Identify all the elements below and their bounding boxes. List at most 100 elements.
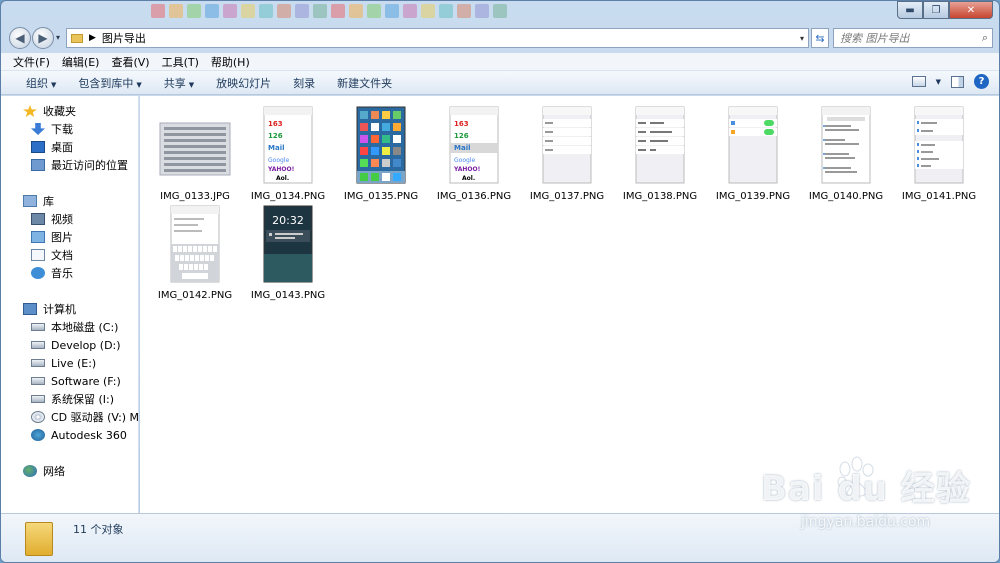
nav-drive-c[interactable]: 本地磁盘 (C:) bbox=[31, 318, 118, 336]
nav-label: 文档 bbox=[51, 249, 73, 262]
star-icon bbox=[23, 105, 37, 117]
chevron-down-icon: ▼ bbox=[136, 80, 142, 89]
file-name: IMG_0140.PNG bbox=[808, 191, 884, 202]
file-item[interactable]: IMG_0138.PNG bbox=[614, 105, 706, 202]
maximize-button[interactable]: ❐ bbox=[923, 1, 949, 19]
nav-label: Live (E:) bbox=[51, 356, 97, 370]
search-input[interactable]: 搜索 图片导出 ⌕ bbox=[833, 28, 993, 48]
burn-button[interactable]: 刻录 bbox=[282, 75, 326, 91]
nav-videos[interactable]: 视频 bbox=[31, 210, 73, 228]
svg-text:Google: Google bbox=[454, 157, 475, 164]
download-icon bbox=[31, 123, 45, 135]
nav-drive-d[interactable]: Develop (D:) bbox=[31, 336, 121, 354]
file-item[interactable]: IMG_0133.JPG bbox=[149, 105, 241, 202]
cloud-icon bbox=[31, 429, 45, 441]
nav-network[interactable]: 网络 bbox=[23, 462, 65, 480]
nav-computer[interactable]: 计算机 bbox=[23, 300, 76, 318]
file-item[interactable]: IMG_0142.PNG bbox=[149, 204, 241, 301]
recent-pages-dropdown[interactable]: ▾ bbox=[56, 33, 60, 42]
file-item[interactable]: IMG_0139.PNG bbox=[707, 105, 799, 202]
file-thumbnail bbox=[914, 106, 964, 184]
library-icon bbox=[23, 195, 37, 207]
new-folder-button[interactable]: 新建文件夹 bbox=[326, 75, 403, 91]
nav-label: 网络 bbox=[43, 465, 65, 478]
nav-label: 系统保留 (I:) bbox=[51, 393, 115, 406]
breadcrumb-current[interactable]: 图片导出 bbox=[102, 30, 146, 46]
slideshow-button[interactable]: 放映幻灯片 bbox=[205, 75, 282, 91]
organize-button[interactable]: 组织 ▼ bbox=[15, 75, 67, 91]
details-pane: 11 个对象 bbox=[1, 513, 999, 562]
nav-label: 图片 bbox=[51, 231, 73, 244]
menu-help[interactable]: 帮助(H) bbox=[205, 54, 256, 70]
pictures-icon bbox=[31, 231, 45, 243]
svg-text:Google: Google bbox=[268, 157, 289, 164]
svg-text:163: 163 bbox=[454, 120, 469, 128]
address-bar[interactable]: ▶ 图片导出 ▾ bbox=[66, 28, 809, 48]
forward-arrow-icon: ▶ bbox=[38, 31, 48, 45]
change-view-icon[interactable] bbox=[911, 76, 926, 87]
file-item[interactable]: IMG_0135.PNG bbox=[335, 105, 427, 202]
file-thumbnail bbox=[159, 122, 231, 176]
nav-label: Autodesk 360 bbox=[51, 428, 127, 442]
menu-bar: 文件(F) 编辑(E) 查看(V) 工具(T) 帮助(H) bbox=[1, 53, 999, 71]
title-bar: ▬ ❐ ✕ bbox=[1, 1, 999, 23]
menu-edit[interactable]: 编辑(E) bbox=[56, 54, 106, 70]
file-item[interactable]: 163 126 Mail Google YAHOO! Aol. IMG_0134… bbox=[242, 105, 334, 202]
nav-documents[interactable]: 文档 bbox=[31, 246, 73, 264]
nav-label: 本地磁盘 (C:) bbox=[51, 321, 119, 334]
item-count: 11 个对象 bbox=[73, 523, 124, 536]
file-name: IMG_0142.PNG bbox=[157, 290, 233, 301]
file-item[interactable]: IMG_0141.PNG bbox=[893, 105, 985, 202]
nav-music[interactable]: 音乐 bbox=[31, 264, 73, 282]
nav-drive-i[interactable]: 系统保留 (I:) bbox=[31, 390, 114, 408]
nav-drive-f[interactable]: Software (F:) bbox=[31, 372, 121, 390]
file-list: IMG_0133.JPG 163 126 Mail Google YAHOO! … bbox=[140, 96, 999, 513]
file-item[interactable]: 20:32 IMG_0143.PNG bbox=[242, 204, 334, 301]
menu-view[interactable]: 查看(V) bbox=[105, 54, 155, 70]
nav-libraries[interactable]: 库 bbox=[23, 192, 54, 210]
share-button[interactable]: 共享 ▼ bbox=[153, 75, 205, 91]
nav-desktop[interactable]: 桌面 bbox=[31, 138, 73, 156]
svg-text:Mail: Mail bbox=[268, 144, 285, 152]
preview-pane-icon[interactable] bbox=[951, 75, 964, 88]
address-dropdown-icon[interactable]: ▾ bbox=[800, 34, 804, 43]
chevron-down-icon: ▼ bbox=[51, 80, 57, 89]
menu-tools[interactable]: 工具(T) bbox=[156, 54, 205, 70]
file-thumbnail bbox=[635, 106, 685, 184]
help-icon[interactable]: ? bbox=[974, 74, 989, 89]
music-icon bbox=[31, 267, 45, 279]
nav-label: 库 bbox=[43, 195, 54, 208]
folder-icon bbox=[25, 522, 53, 556]
forward-button[interactable]: ▶ bbox=[32, 27, 54, 49]
close-button[interactable]: ✕ bbox=[949, 1, 993, 19]
nav-label: 桌面 bbox=[51, 141, 73, 154]
nav-recent[interactable]: 最近访问的位置 bbox=[31, 156, 128, 174]
file-item[interactable]: IMG_0140.PNG bbox=[800, 105, 892, 202]
nav-downloads[interactable]: 下载 bbox=[31, 120, 73, 138]
cd-drive-icon bbox=[31, 411, 45, 423]
file-item[interactable]: IMG_0137.PNG bbox=[521, 105, 613, 202]
minimize-button[interactable]: ▬ bbox=[897, 1, 923, 19]
back-button[interactable]: ◀ bbox=[9, 27, 31, 49]
nav-favorites[interactable]: 收藏夹 bbox=[23, 102, 76, 120]
svg-text:Aol.: Aol. bbox=[276, 175, 289, 182]
breadcrumb-arrow-icon[interactable]: ▶ bbox=[89, 33, 96, 43]
search-icon[interactable]: ⌕ bbox=[982, 31, 988, 45]
nav-drive-e[interactable]: Live (E:) bbox=[31, 354, 96, 372]
file-name: IMG_0133.JPG bbox=[160, 191, 230, 202]
nav-drive-v[interactable]: CD 驱动器 (V:) METT bbox=[31, 408, 138, 426]
lock-screen-time: 20:32 bbox=[272, 214, 304, 227]
folder-icon bbox=[71, 33, 83, 43]
address-row: ◀ ▶ ▾ ▶ 图片导出 ▾ ⇆ 搜索 图片导出 ⌕ bbox=[1, 25, 999, 51]
video-icon bbox=[31, 213, 45, 225]
nav-pictures[interactable]: 图片 bbox=[31, 228, 73, 246]
refresh-button[interactable]: ⇆ bbox=[811, 28, 829, 48]
view-dropdown-icon[interactable]: ▼ bbox=[936, 78, 941, 86]
svg-text:126: 126 bbox=[454, 132, 469, 140]
file-item[interactable]: 163 126 Mail Google YAHOO! Aol. IMG_0136… bbox=[428, 105, 520, 202]
organize-label: 组织 bbox=[26, 76, 48, 90]
nav-autodesk-360[interactable]: Autodesk 360 bbox=[31, 426, 127, 444]
include-in-library-button[interactable]: 包含到库中 ▼ bbox=[67, 75, 152, 91]
caption-buttons: ▬ ❐ ✕ bbox=[897, 1, 993, 19]
menu-file[interactable]: 文件(F) bbox=[7, 54, 56, 70]
